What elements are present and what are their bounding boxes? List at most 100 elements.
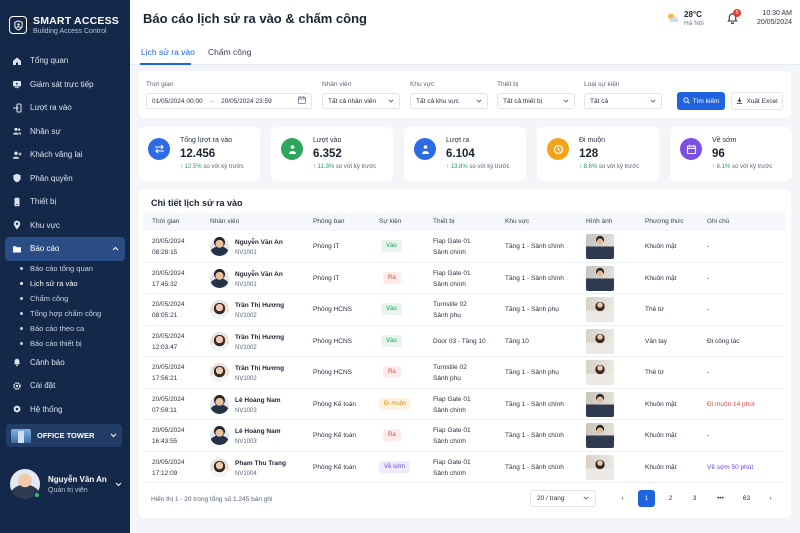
capture-photo[interactable] xyxy=(586,454,614,480)
device-name: Flap Gate 01 xyxy=(433,238,471,245)
sidebar-item-visitors[interactable]: Khách vãng lai xyxy=(0,143,130,167)
sidebar-item-overview[interactable]: Tổng quan xyxy=(0,49,130,73)
calendar-icon xyxy=(298,96,306,106)
employee-name[interactable]: Trần Thị Hương xyxy=(235,334,284,341)
building-name: OFFICE TOWER xyxy=(37,431,95,440)
capture-photo[interactable] xyxy=(586,265,614,291)
employee-name[interactable]: Phạm Thu Trang xyxy=(235,460,286,467)
stat-trend-percent: ↑ 13.8% xyxy=(446,164,468,170)
row-date: 20/05/2024 xyxy=(152,395,185,403)
area-select-value: Tất cả khu vực xyxy=(416,97,460,105)
clock: 10:30 AM 20/05/2024 xyxy=(757,10,792,26)
capture-photo[interactable] xyxy=(586,360,614,385)
pagination-page-2[interactable]: 2 xyxy=(662,490,679,507)
brand-subtitle: Building Access Control xyxy=(33,28,107,35)
chevron-down-icon xyxy=(476,98,482,105)
tab-attendance[interactable]: Chấm công xyxy=(208,47,251,57)
pagination-page-3[interactable]: 3 xyxy=(686,490,703,507)
tab-access-history[interactable]: Lịch sử ra vào xyxy=(141,47,195,57)
employee-name[interactable]: Trần Thị Hương xyxy=(235,365,284,372)
employee-select[interactable]: Tất cả nhân viên xyxy=(322,93,400,109)
stat-trend-suffix: so với kỳ trước xyxy=(469,164,510,170)
chevron-down-icon xyxy=(110,431,117,440)
date-from[interactable]: 01/05/2024 00:00 xyxy=(152,98,203,105)
sidebar-item-areas[interactable]: Khu vực xyxy=(0,214,130,238)
sidebar-item-system[interactable]: Hệ thống xyxy=(0,398,130,422)
table-row[interactable]: 20/05/2024 08:28:15 Nguyễn Văn An NV1001 Phò… xyxy=(143,231,786,263)
search-button[interactable]: Tìm kiếm xyxy=(677,92,725,110)
submenu-device-report[interactable]: Báo cáo thiết bị xyxy=(20,336,130,351)
device-location: Sảnh chính xyxy=(433,438,466,445)
employee-name[interactable]: Lê Hoàng Nam xyxy=(235,397,281,404)
exit-person-icon xyxy=(414,138,436,160)
search-icon xyxy=(682,96,693,106)
online-status-dot xyxy=(34,492,40,498)
row-department: Phòng HCNS xyxy=(313,369,353,376)
row-department: Phòng IT xyxy=(313,274,340,282)
employee-name[interactable]: Nguyễn Văn An xyxy=(235,239,283,246)
date-range-input[interactable]: 01/05/2024 00:00 → 20/05/2024 23:59 xyxy=(146,93,312,109)
stat-trend: ↑ 12.5% so với kỳ trước xyxy=(180,164,244,170)
brand-title: SMART ACCESS xyxy=(33,15,120,27)
sidebar-item-reports[interactable]: Báo cáo xyxy=(5,237,125,261)
capture-photo[interactable] xyxy=(586,297,614,322)
weather-location: Hà Nội xyxy=(684,20,704,27)
stat-trend: ↑ 11.3% so với kỳ trước xyxy=(313,164,376,170)
shield-icon xyxy=(11,173,22,184)
submenu-attendance[interactable]: Chấm công xyxy=(20,291,130,306)
table-row[interactable]: 20/05/2024 17:56:21 Trần Thị Hương NV1002 Ph… xyxy=(143,357,786,389)
sidebar-item-entries[interactable]: Lượt ra vào xyxy=(0,96,130,120)
sidebar-item-devices[interactable]: Thiết bị xyxy=(0,190,130,214)
employee-name[interactable]: Lê Hoàng Nam xyxy=(235,428,281,435)
employee-name[interactable]: Trần Thị Hương xyxy=(235,302,284,309)
sidebar-item-alerts[interactable]: Cảnh báo xyxy=(0,351,130,375)
pagination-page-last[interactable]: 63 xyxy=(738,490,755,507)
submenu-attendance-summary[interactable]: Tổng hợp chấm công xyxy=(20,306,130,321)
sidebar-item-permissions[interactable]: Phân quyền xyxy=(0,167,130,191)
capture-photo[interactable] xyxy=(586,234,614,259)
notification-button[interactable]: 5 xyxy=(727,9,741,26)
weather-sun-cloud-icon xyxy=(666,12,680,26)
sidebar-item-settings[interactable]: Cài đặt xyxy=(0,374,130,398)
pagination-next[interactable]: › xyxy=(762,490,779,507)
device-select[interactable]: Tất cả thiết bị xyxy=(497,93,575,109)
stat-value: 6.104 xyxy=(446,148,475,160)
table-row[interactable]: 20/05/2024 17:12:09 Phạm Thu Trang NV1004 Ph… xyxy=(143,452,786,483)
per-page-select[interactable]: 20 / trang xyxy=(530,490,596,507)
pagination-prev[interactable]: ‹ xyxy=(614,490,631,507)
column-header: Hình ảnh xyxy=(586,218,613,225)
table-row[interactable]: 20/05/2024 16:43:55 Lê Hoàng Nam NV1003 Phòn… xyxy=(143,420,786,452)
employee-name[interactable]: Nguyễn Văn An xyxy=(235,271,283,278)
table-row[interactable]: 20/05/2024 08:05:21 Trần Thị Hương NV1002 Ph… xyxy=(143,294,786,326)
column-header: Phương thức xyxy=(645,218,684,225)
capture-photo[interactable] xyxy=(586,423,614,448)
stat-trend-percent: ↑ 8.6% xyxy=(579,164,598,170)
event-type-select[interactable]: Tất cả xyxy=(584,93,662,109)
building-selector[interactable]: OFFICE TOWER xyxy=(6,424,122,447)
capture-photo[interactable] xyxy=(586,328,614,354)
table-row[interactable]: 20/05/2024 17:45:32 Nguyễn Văn An NV1001 Phò… xyxy=(143,263,786,294)
date-to[interactable]: 20/05/2024 23:59 xyxy=(221,98,272,105)
row-device: Flap Gate 01 Sảnh chính xyxy=(433,457,471,479)
area-select[interactable]: Tất cả khu vực xyxy=(410,93,488,109)
submenu-access-history[interactable]: Lịch sử ra vào xyxy=(20,276,130,291)
submenu-shift-report[interactable]: Báo cáo theo ca xyxy=(20,321,130,336)
employee-avatar xyxy=(210,426,229,445)
row-date: 20/05/2024 xyxy=(152,364,185,371)
pagination-page-1[interactable]: 1 xyxy=(638,490,655,507)
submenu-report-overview[interactable]: Báo cáo tổng quan xyxy=(20,261,130,276)
table-row[interactable]: 20/05/2024 12:03:47 Trần Thị Hương NV1002 Ph… xyxy=(143,326,786,357)
export-excel-button[interactable]: Xuất Excel xyxy=(731,92,783,110)
capture-photo[interactable] xyxy=(586,391,614,417)
top-header: Báo cáo lịch sử ra vào & chấm công 28°C … xyxy=(130,0,800,38)
gear-icon xyxy=(11,380,22,391)
table-row[interactable]: 20/05/2024 07:59:11 Lê Hoàng Nam NV1003 Phòn… xyxy=(143,389,786,420)
row-department: Phòng IT xyxy=(313,243,340,250)
calendar-icon xyxy=(680,138,702,160)
sidebar-item-staff[interactable]: Nhân sự xyxy=(0,120,130,144)
sidebar-item-live-monitoring[interactable]: Giám sát trực tiếp xyxy=(0,73,130,97)
stat-trend-suffix: so với kỳ trước xyxy=(732,164,773,170)
user-profile[interactable]: Nguyễn Văn An Quản trị viên xyxy=(10,467,122,501)
row-method: Thẻ từ xyxy=(645,369,665,376)
access-history-table: Chi tiết lịch sử ra vào Thời gian Nhân v… xyxy=(138,189,791,518)
